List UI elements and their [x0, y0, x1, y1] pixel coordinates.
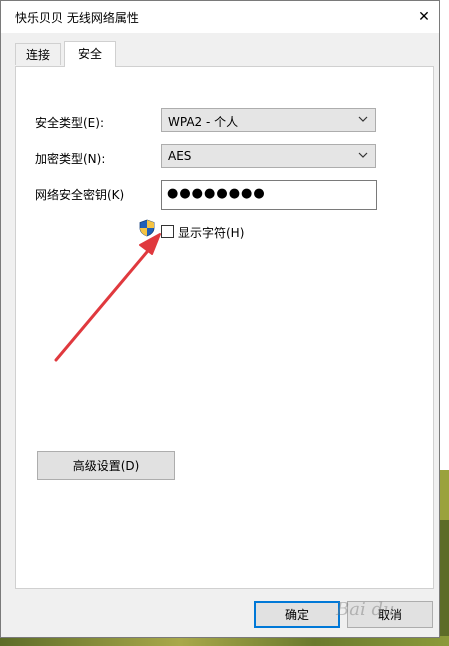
advanced-settings-button[interactable]: 高级设置(D) — [37, 451, 175, 480]
watermark: Bai du — [336, 599, 395, 620]
title-bar: 快乐贝贝 无线网络属性 ✕ — [1, 1, 439, 33]
chevron-down-icon — [357, 113, 369, 128]
ok-label: 确定 — [284, 608, 309, 622]
desktop-background-right — [440, 0, 449, 646]
tab-security[interactable]: 安全 — [64, 41, 116, 67]
security-type-select[interactable]: WPA2 - 个人 — [161, 108, 376, 132]
advanced-settings-label: 高级设置(D) — [72, 459, 140, 473]
wireless-properties-dialog: 快乐贝贝 无线网络属性 ✕ 连接 安全 安全类型(E): WPA2 - 个人 加… — [0, 0, 440, 638]
encryption-type-value: AES — [168, 149, 192, 163]
chevron-down-icon — [357, 149, 369, 164]
ok-button[interactable]: 确定 — [254, 601, 340, 628]
network-key-label: 网络安全密钥(K) — [35, 188, 125, 202]
close-button[interactable]: ✕ — [413, 7, 435, 27]
uac-shield-icon — [139, 219, 155, 240]
window-title: 快乐贝贝 无线网络属性 — [15, 11, 139, 25]
network-key-field[interactable]: ●●●●●●●● — [161, 180, 377, 210]
tab-connection[interactable]: 连接 — [15, 43, 61, 65]
security-type-value: WPA2 - 个人 — [168, 115, 239, 129]
network-key-masked: ●●●●●●●● — [167, 186, 266, 201]
tab-label: 安全 — [77, 47, 102, 61]
encryption-type-label: 加密类型(N): — [35, 152, 106, 166]
security-type-label: 安全类型(E): — [35, 116, 104, 130]
show-characters-checkbox[interactable] — [161, 225, 174, 238]
tab-label: 连接 — [25, 48, 50, 62]
show-characters-label[interactable]: 显示字符(H) — [178, 224, 244, 241]
encryption-type-select[interactable]: AES — [161, 144, 376, 168]
close-icon: ✕ — [418, 9, 430, 25]
